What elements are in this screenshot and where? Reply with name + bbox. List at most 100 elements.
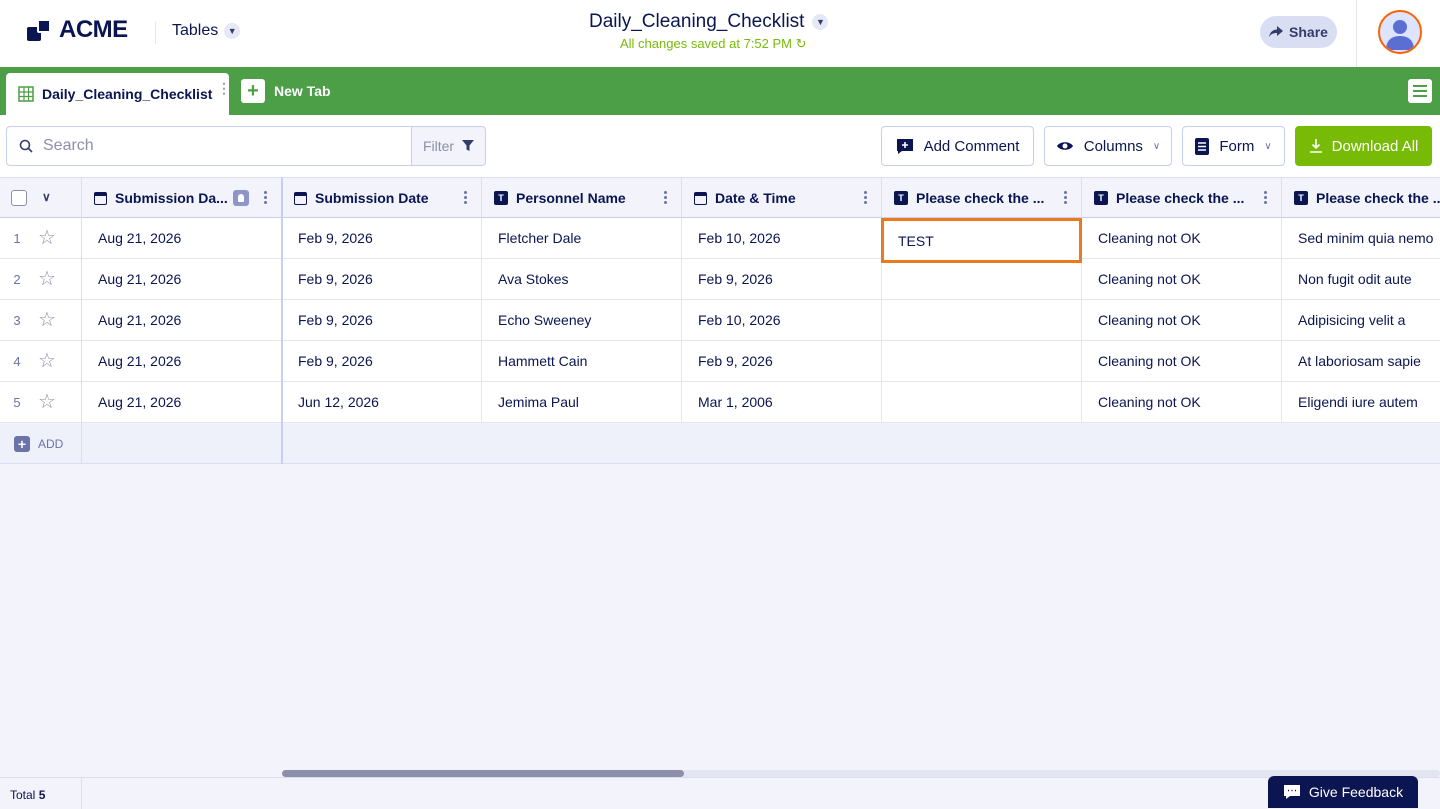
calendar-icon bbox=[694, 191, 707, 205]
column-header[interactable]: T Personnel Name bbox=[482, 178, 682, 218]
feedback-icon bbox=[1283, 785, 1300, 799]
give-feedback-button[interactable]: Give Feedback bbox=[1268, 776, 1418, 808]
table-cell[interactable]: Fletcher Dale bbox=[482, 218, 682, 258]
add-row-button[interactable]: + ADD bbox=[14, 436, 63, 452]
table-cell[interactable]: Feb 9, 2026 bbox=[682, 259, 882, 299]
comment-plus-icon bbox=[896, 138, 913, 154]
acme-logo[interactable]: ACME bbox=[27, 16, 128, 44]
add-comment-button[interactable]: Add Comment bbox=[881, 126, 1034, 166]
table-cell[interactable] bbox=[882, 341, 1082, 381]
column-options-icon[interactable] bbox=[664, 191, 667, 204]
table-cell[interactable]: Echo Sweeney bbox=[482, 300, 682, 340]
star-icon[interactable]: ☆ bbox=[38, 310, 56, 330]
table-cell[interactable] bbox=[882, 259, 1082, 299]
document-title[interactable]: Daily_Cleaning_Checklist ▼ bbox=[589, 11, 829, 33]
column-header[interactable]: T Please check the ... bbox=[1082, 178, 1282, 218]
column-options-icon[interactable] bbox=[864, 191, 867, 204]
star-icon[interactable]: ☆ bbox=[38, 351, 56, 371]
search-box bbox=[6, 126, 412, 166]
pin-icon[interactable] bbox=[233, 190, 249, 206]
table-cell[interactable]: Feb 9, 2026 bbox=[282, 259, 482, 299]
form-icon bbox=[1195, 137, 1210, 155]
table-cell[interactable]: Feb 10, 2026 bbox=[682, 218, 882, 258]
toolbar: Filter Add Comment Columns ∨ Form ∨ Down… bbox=[0, 115, 1440, 177]
table-cell[interactable]: Mar 1, 2006 bbox=[682, 382, 882, 422]
column-label: Date & Time bbox=[715, 190, 796, 206]
tab-daily-cleaning-checklist[interactable]: Daily_Cleaning_Checklist ⋮ bbox=[6, 73, 231, 115]
share-button[interactable]: Share bbox=[1260, 16, 1337, 48]
tables-menu[interactable]: Tables ▼ bbox=[172, 22, 241, 40]
download-all-button[interactable]: Download All bbox=[1295, 126, 1432, 166]
new-tab-button[interactable]: + New Tab bbox=[241, 79, 331, 103]
hamburger-menu-icon[interactable] bbox=[1408, 79, 1432, 103]
share-arrow-icon bbox=[1269, 26, 1284, 37]
column-label: Submission Date bbox=[315, 190, 429, 206]
table-cell[interactable]: Cleaning not OK bbox=[1082, 218, 1282, 258]
total-label: Total bbox=[10, 788, 36, 802]
text-icon: T bbox=[494, 191, 508, 205]
table-cell[interactable]: Aug 21, 2026 bbox=[82, 341, 282, 381]
column-header[interactable]: Submission Da... bbox=[82, 178, 282, 218]
table-cell[interactable]: Adipisicing velit a bbox=[1282, 300, 1440, 340]
table-cell[interactable] bbox=[882, 382, 1082, 422]
filter-button[interactable]: Filter bbox=[411, 126, 486, 166]
table-cell[interactable]: At laboriosam sapie bbox=[1282, 341, 1440, 381]
table-cell[interactable]: Aug 21, 2026 bbox=[82, 382, 282, 422]
table-cell[interactable]: Sed minim quia nemo bbox=[1282, 218, 1440, 258]
column-options-icon[interactable] bbox=[1264, 191, 1267, 204]
star-icon[interactable]: ☆ bbox=[38, 269, 56, 289]
table-cell[interactable]: Feb 9, 2026 bbox=[282, 341, 482, 381]
table-cell[interactable]: Jemima Paul bbox=[482, 382, 682, 422]
funnel-icon bbox=[462, 140, 475, 151]
table-cell[interactable]: Cleaning not OK bbox=[1082, 259, 1282, 299]
star-icon[interactable]: ☆ bbox=[38, 228, 56, 248]
table-cell[interactable]: Cleaning not OK bbox=[1082, 382, 1282, 422]
table-cell[interactable]: Ava Stokes bbox=[482, 259, 682, 299]
column-options-icon[interactable] bbox=[264, 191, 267, 204]
table-grid-icon bbox=[18, 86, 34, 102]
column-header[interactable]: Submission Date bbox=[282, 178, 482, 218]
column-options-icon[interactable] bbox=[464, 191, 467, 204]
horizontal-scrollbar-thumb[interactable] bbox=[282, 770, 684, 777]
chevron-down-icon[interactable]: ∨ bbox=[42, 190, 51, 204]
row-header-cell: 3 ☆ bbox=[0, 300, 82, 340]
column-header[interactable]: Date & Time bbox=[682, 178, 882, 218]
table-cell[interactable]: Feb 9, 2026 bbox=[282, 218, 482, 258]
document-title-text: Daily_Cleaning_Checklist bbox=[589, 11, 805, 32]
search-input[interactable] bbox=[43, 137, 383, 155]
table-cell[interactable]: Aug 21, 2026 bbox=[82, 259, 282, 299]
table-cell[interactable]: Feb 9, 2026 bbox=[282, 300, 482, 340]
refresh-icon: ↻ bbox=[795, 36, 807, 51]
column-options-icon[interactable] bbox=[1064, 191, 1067, 204]
user-avatar[interactable] bbox=[1378, 10, 1422, 54]
feedback-label: Give Feedback bbox=[1308, 784, 1404, 800]
chevron-down-icon: ∨ bbox=[1152, 140, 1161, 152]
table-cell[interactable]: Aug 21, 2026 bbox=[82, 300, 282, 340]
table-cell[interactable]: Feb 10, 2026 bbox=[682, 300, 882, 340]
table-cell[interactable]: Aug 21, 2026 bbox=[82, 218, 282, 258]
table-cell[interactable]: Jun 12, 2026 bbox=[282, 382, 482, 422]
columns-button[interactable]: Columns ∨ bbox=[1044, 126, 1172, 166]
add-comment-label: Add Comment bbox=[923, 137, 1020, 155]
table-cell[interactable]: Feb 9, 2026 bbox=[682, 341, 882, 381]
table-cell[interactable]: Eligendi iure autem bbox=[1282, 382, 1440, 422]
form-button[interactable]: Form ∨ bbox=[1182, 126, 1285, 166]
select-all-checkbox[interactable] bbox=[11, 190, 27, 206]
table-cell[interactable]: Non fugit odit aute bbox=[1282, 259, 1440, 299]
header-divider-right bbox=[1356, 0, 1357, 67]
column-header[interactable]: T Please check the ... bbox=[882, 178, 1082, 218]
row-number: 5 bbox=[13, 394, 21, 410]
table-cell[interactable]: Hammett Cain bbox=[482, 341, 682, 381]
logo-text: ACME bbox=[59, 16, 128, 43]
column-header[interactable]: T Please check the ... bbox=[1282, 178, 1440, 218]
filter-label: Filter bbox=[422, 138, 455, 154]
top-bar: ACME Tables ▼ Daily_Cleaning_Checklist ▼… bbox=[0, 0, 1440, 67]
table-cell[interactable] bbox=[882, 300, 1082, 340]
table-cell[interactable]: Cleaning not OK bbox=[1082, 300, 1282, 340]
footer-bar: Total 5 bbox=[0, 777, 1440, 809]
table-cell[interactable]: Cleaning not OK bbox=[1082, 341, 1282, 381]
tab-options-icon[interactable]: ⋮ bbox=[217, 81, 231, 95]
column-label: Personnel Name bbox=[516, 190, 626, 206]
selected-cell[interactable]: TEST bbox=[881, 218, 1082, 263]
star-icon[interactable]: ☆ bbox=[38, 392, 56, 412]
